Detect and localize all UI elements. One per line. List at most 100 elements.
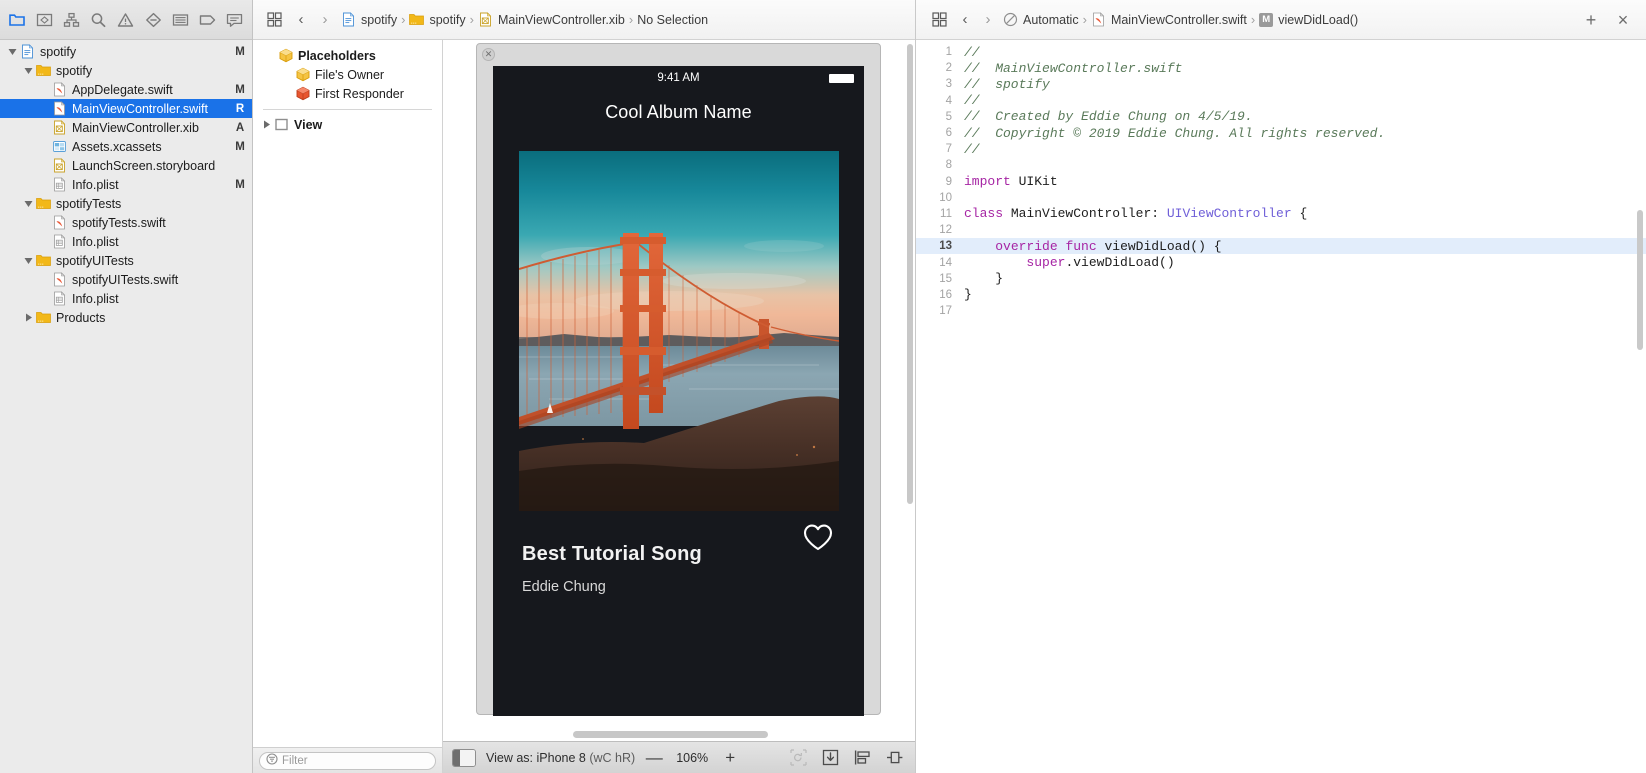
- navigator-row[interactable]: Info.plist: [0, 289, 252, 308]
- code-line[interactable]: 1 //: [916, 44, 1646, 60]
- embed-in-icon[interactable]: [820, 748, 840, 768]
- breadcrumb-item[interactable]: No Selection: [635, 13, 710, 27]
- breadcrumb-item[interactable]: MviewDidLoad(): [1257, 12, 1360, 27]
- ib-canvas[interactable]: ✕ 9:41 AM Cool Album Name Best Tutorial …: [443, 40, 915, 741]
- code-line[interactable]: 6 // Copyright © 2019 Eddie Chung. All ri…: [916, 125, 1646, 141]
- filter-input[interactable]: Filter: [259, 751, 436, 770]
- align-icon[interactable]: [852, 748, 872, 768]
- update-frames-icon[interactable]: [788, 748, 808, 768]
- disclosure-triangle[interactable]: [22, 312, 35, 323]
- line-number: 16: [939, 288, 952, 301]
- canvas-horizontal-scrollbar[interactable]: [573, 731, 768, 738]
- code-line[interactable]: 8: [916, 157, 1646, 173]
- canvas-vertical-scrollbar[interactable]: [907, 44, 913, 504]
- navigator-row[interactable]: Products: [0, 308, 252, 327]
- navigator-row[interactable]: spotify: [0, 61, 252, 80]
- code-line[interactable]: 12: [916, 222, 1646, 238]
- navigator-row[interactable]: Assets.xcassets M: [0, 137, 252, 156]
- editor-layout-icon[interactable]: [261, 12, 287, 27]
- line-number: 3: [945, 78, 952, 91]
- outline-row[interactable]: Placeholders: [253, 46, 442, 65]
- breadcrumb-item[interactable]: MainViewController.xib: [476, 12, 627, 27]
- code-line[interactable]: 16}: [916, 287, 1646, 303]
- folder-icon: [35, 196, 51, 211]
- find-navigator-icon[interactable]: [85, 7, 112, 33]
- breadcrumb-item[interactable]: spotify: [407, 12, 467, 27]
- disclosure-triangle[interactable]: [22, 65, 35, 76]
- back-button[interactable]: ‹: [291, 11, 311, 28]
- test-navigator-icon[interactable]: [140, 7, 167, 33]
- outline-row-label: First Responder: [315, 86, 404, 101]
- code-text-area[interactable]: 1 // 2 // MainViewController.swift 3 // spoti…: [916, 40, 1646, 773]
- code-line[interactable]: 14 super.viewDidLoad(): [916, 254, 1646, 270]
- close-icon[interactable]: ✕: [482, 48, 495, 61]
- breadcrumb-item[interactable]: MainViewController.swift: [1089, 12, 1249, 27]
- code-text: super.viewDidLoad(): [1026, 255, 1175, 271]
- zoom-out-button[interactable]: —: [645, 748, 663, 768]
- navigator-row[interactable]: MainViewController.swift R: [0, 99, 252, 118]
- code-line[interactable]: 13 override func viewDidLoad() {: [916, 238, 1646, 255]
- code-line[interactable]: 10: [916, 190, 1646, 206]
- automatic-icon: [1003, 12, 1018, 27]
- code-line[interactable]: 5 // Created by Eddie Chung on 4/5/19.: [916, 109, 1646, 125]
- outline-row-label: View: [294, 117, 323, 132]
- line-number: 12: [939, 224, 952, 237]
- navigator-row[interactable]: spotify M: [0, 42, 252, 61]
- forward-button[interactable]: ›: [315, 11, 335, 28]
- debug-navigator-icon[interactable]: [167, 7, 194, 33]
- document-outline-list[interactable]: Placeholders File's Owner First Responder V…: [253, 40, 442, 747]
- navigator-row[interactable]: Info.plist M: [0, 175, 252, 194]
- disclosure-triangle[interactable]: [22, 198, 35, 209]
- heart-outline-icon[interactable]: [803, 524, 833, 554]
- editor-back-button[interactable]: ‹: [955, 11, 975, 28]
- outline-row[interactable]: First Responder: [253, 84, 442, 103]
- view-as-control[interactable]: View as: iPhone 8 (wC hR): [486, 751, 635, 765]
- code-line[interactable]: 3 // spotify: [916, 76, 1646, 92]
- breadcrumb-item[interactable]: Automatic: [1001, 12, 1081, 27]
- disclosure-triangle[interactable]: [6, 46, 19, 57]
- code-line[interactable]: 15 }: [916, 271, 1646, 287]
- navigator-row[interactable]: MainViewController.xib A: [0, 118, 252, 137]
- breadcrumb-separator: ›: [1250, 12, 1256, 27]
- navigator-row[interactable]: spotifyUITests.swift: [0, 270, 252, 289]
- disclosure-triangle[interactable]: [22, 255, 35, 266]
- zoom-in-button[interactable]: +: [721, 748, 739, 768]
- report-navigator-icon[interactable]: [221, 7, 248, 33]
- navigator-row[interactable]: AppDelegate.swift M: [0, 80, 252, 99]
- outline-row-view[interactable]: View: [253, 115, 442, 134]
- resolve-auto-layout-issues-icon[interactable]: [884, 748, 904, 768]
- breadcrumb-item[interactable]: spotify: [339, 12, 399, 27]
- outline-row[interactable]: File's Owner: [253, 65, 442, 84]
- disclosure-triangle[interactable]: [259, 119, 273, 130]
- add-editor-button[interactable]: +: [1582, 11, 1600, 29]
- breadcrumb-separator: ›: [628, 12, 634, 27]
- editor-vertical-scrollbar[interactable]: [1637, 210, 1643, 350]
- close-editor-button[interactable]: ×: [1614, 11, 1632, 29]
- code-line[interactable]: 9 import UIKit: [916, 174, 1646, 190]
- navigator-row[interactable]: spotifyTests: [0, 194, 252, 213]
- breadcrumb-label: spotify: [361, 12, 398, 27]
- editor-forward-button[interactable]: ›: [978, 11, 998, 28]
- breakpoint-navigator-icon[interactable]: [194, 7, 221, 33]
- code-line[interactable]: 17: [916, 303, 1646, 319]
- code-line[interactable]: 4 //: [916, 93, 1646, 109]
- line-number: 13: [939, 240, 952, 253]
- line-number: 5: [945, 110, 952, 123]
- navigator-row[interactable]: spotifyTests.swift: [0, 213, 252, 232]
- scm-status-flag: M: [235, 140, 245, 153]
- scm-status-flag: R: [235, 102, 245, 115]
- navigator-row[interactable]: LaunchScreen.storyboard: [0, 156, 252, 175]
- issue-navigator-icon[interactable]: [112, 7, 139, 33]
- editor-layout-icon[interactable]: [926, 12, 952, 27]
- device-preview-frame[interactable]: ✕ 9:41 AM Cool Album Name Best Tutorial …: [476, 43, 881, 716]
- toggle-document-outline-button[interactable]: [452, 748, 476, 767]
- source-control-navigator-icon[interactable]: [31, 7, 58, 33]
- project-navigator-icon[interactable]: [4, 7, 31, 33]
- code-line[interactable]: 7 //: [916, 141, 1646, 157]
- code-line[interactable]: 2 // MainViewController.swift: [916, 60, 1646, 76]
- navigator-row[interactable]: Info.plist: [0, 232, 252, 251]
- navigator-row[interactable]: spotifyUITests: [0, 251, 252, 270]
- symbol-navigator-icon[interactable]: [58, 7, 85, 33]
- code-line[interactable]: 11 class MainViewController: UIViewContro…: [916, 206, 1646, 222]
- project-navigator-tree[interactable]: spotify Mspotify AppDelegate.swift M MainVie…: [0, 40, 252, 773]
